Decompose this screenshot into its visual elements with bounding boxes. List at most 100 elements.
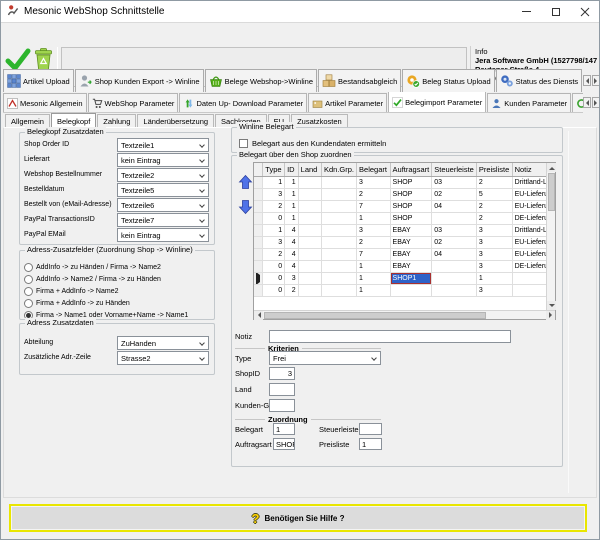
- cell-type[interactable]: 3: [263, 236, 285, 248]
- maximize-button[interactable]: [541, 1, 570, 22]
- row-selector[interactable]: [254, 272, 263, 284]
- cell-auftragsart[interactable]: SHOP: [390, 176, 432, 188]
- cell-steuerleiste[interactable]: 04: [432, 248, 477, 260]
- row-selector[interactable]: [254, 212, 263, 224]
- radio-addinfo-name2-firma-zu-h-nden[interactable]: AddInfo -> Name2 / Firma -> zu Händen: [24, 274, 161, 284]
- kundengrp-input[interactable]: [269, 399, 295, 412]
- cell-belegart[interactable]: 3: [357, 176, 391, 188]
- cell-land[interactable]: [298, 176, 321, 188]
- radio-addinfo-zu-h-nden-firma-name2[interactable]: AddInfo -> zu Händen / Firma -> Name2: [24, 262, 161, 272]
- tab-mesonic-allgemein[interactable]: Mesonic Allgemein: [3, 93, 87, 112]
- cell-kdn-grp[interactable]: [322, 200, 357, 212]
- tab-kunden-parameter[interactable]: Kunden Parameter: [487, 93, 571, 112]
- notiz-input[interactable]: [269, 330, 511, 343]
- tab-status-des-diensts[interactable]: Status des Diensts: [496, 69, 583, 92]
- webshop-bestellnummer-combo[interactable]: Textzeile2: [117, 168, 209, 182]
- cell-auftragsart[interactable]: SHOP: [390, 188, 432, 200]
- cell-land[interactable]: [298, 260, 321, 272]
- cell-id[interactable]: 4: [285, 236, 299, 248]
- cell-kdn-grp[interactable]: [322, 188, 357, 200]
- cell-id[interactable]: 1: [285, 212, 299, 224]
- scroll-down-icon[interactable]: [547, 301, 556, 310]
- tab-scroll-right-button[interactable]: [592, 75, 600, 86]
- cell-auftragsart[interactable]: EBAY: [390, 260, 432, 272]
- cell-id[interactable]: 1: [285, 188, 299, 200]
- cell-preisliste[interactable]: 2: [476, 200, 512, 212]
- cell-type[interactable]: 0: [263, 260, 285, 272]
- cell-belegart[interactable]: 1: [357, 260, 391, 272]
- tab-scroll-right-button[interactable]: [592, 97, 600, 108]
- tab-belegkopf[interactable]: Belegkopf: [51, 113, 96, 128]
- cell-land[interactable]: [298, 212, 321, 224]
- cell-type[interactable]: 3: [263, 188, 285, 200]
- cell-steuerleiste[interactable]: [432, 284, 477, 296]
- cell-id[interactable]: 4: [285, 224, 299, 236]
- cell-land[interactable]: [298, 272, 321, 284]
- cell-auftragsart[interactable]: EBAY: [390, 248, 432, 260]
- cell-kdn-grp[interactable]: [322, 224, 357, 236]
- horizontal-scroll-thumb[interactable]: [264, 312, 486, 319]
- tab-belegimport-parameter[interactable]: Belegimport Parameter: [388, 92, 486, 112]
- cell-steuerleiste[interactable]: 04: [432, 200, 477, 212]
- scroll-left-icon[interactable]: [254, 311, 263, 320]
- tab-scroll-left-button[interactable]: [583, 75, 591, 86]
- cell-auftragsart[interactable]: SHOP: [390, 200, 432, 212]
- cell-kdn-grp[interactable]: [322, 236, 357, 248]
- move-up-button[interactable]: [237, 173, 253, 190]
- bestelldatum-combo[interactable]: Textzeile5: [117, 183, 209, 197]
- cell-steuerleiste[interactable]: [432, 260, 477, 272]
- cell-belegart[interactable]: 2: [357, 236, 391, 248]
- cell-auftragsart[interactable]: EBAY: [390, 236, 432, 248]
- cell-id[interactable]: 2: [285, 284, 299, 296]
- tab-daten-up-download-parameter[interactable]: Daten Up- Download Parameter: [179, 93, 307, 112]
- help-button[interactable]: ? Benötigen Sie Hilfe ?: [9, 504, 587, 532]
- column-header-auftragsart[interactable]: Auftragsart: [390, 163, 432, 176]
- tab-l-nder-bersetzung[interactable]: Länderübersetzung: [137, 114, 214, 128]
- radio-firma-addinfo-name2[interactable]: Firma + AddInfo -> Name2: [24, 286, 118, 296]
- close-button[interactable]: [570, 1, 599, 22]
- column-header-type[interactable]: Type: [263, 163, 285, 176]
- cell-belegart[interactable]: 1: [357, 284, 391, 296]
- tab-scroll-left-button[interactable]: [583, 97, 591, 108]
- cell-preisliste[interactable]: 5: [476, 188, 512, 200]
- steuerleiste-input[interactable]: [359, 423, 382, 435]
- tab-zahlung[interactable]: Zahlung: [97, 114, 136, 128]
- row-selector[interactable]: [254, 284, 263, 296]
- cell-belegart[interactable]: 7: [357, 200, 391, 212]
- scroll-up-icon[interactable]: [547, 163, 556, 172]
- tab-artikel-upload[interactable]: Artikel Upload: [3, 69, 74, 92]
- cell-type[interactable]: 2: [263, 248, 285, 260]
- tab-shop-kunden-export-winline[interactable]: Shop Kunden Export -> Winline: [75, 69, 204, 92]
- radio-icon[interactable]: [24, 287, 33, 296]
- vertical-scroll-thumb[interactable]: [548, 173, 555, 211]
- tab-zusatzkosten[interactable]: Zusatzkosten: [291, 114, 348, 128]
- cell-kdn-grp[interactable]: [322, 176, 357, 188]
- paypal-transactionsid-combo[interactable]: Textzeile7: [117, 213, 209, 227]
- row-selector[interactable]: [254, 200, 263, 212]
- cell-type[interactable]: 0: [263, 212, 285, 224]
- type-combo[interactable]: Frei: [269, 351, 381, 365]
- cell-steuerleiste[interactable]: 03: [432, 176, 477, 188]
- cell-preisliste[interactable]: 2: [476, 212, 512, 224]
- shop-order-id-combo[interactable]: Textzeile1: [117, 138, 209, 152]
- cell-land[interactable]: [298, 248, 321, 260]
- cell-belegart[interactable]: 1: [357, 272, 391, 284]
- cell-land[interactable]: [298, 200, 321, 212]
- cell-type[interactable]: 1: [263, 176, 285, 188]
- cell-preisliste[interactable]: 3: [476, 236, 512, 248]
- radio-icon[interactable]: [24, 275, 33, 284]
- row-selector[interactable]: [254, 236, 263, 248]
- cell-id[interactable]: 4: [285, 260, 299, 272]
- cell-auftragsart[interactable]: SHOP: [390, 212, 432, 224]
- cell-preisliste[interactable]: 3: [476, 284, 512, 296]
- column-header-kdn-grp[interactable]: Kdn.Grp.: [322, 163, 357, 176]
- cell-steuerleiste[interactable]: 02: [432, 188, 477, 200]
- cell-kdn-grp[interactable]: [322, 272, 357, 284]
- cell-type[interactable]: 0: [263, 284, 285, 296]
- row-selector[interactable]: [254, 176, 263, 188]
- tab-webshop-parameter[interactable]: WebShop Parameter: [88, 93, 179, 112]
- cell-type[interactable]: 2: [263, 200, 285, 212]
- paypal-email-combo[interactable]: kein Eintrag: [117, 228, 209, 242]
- cell-preisliste[interactable]: 2: [476, 176, 512, 188]
- cell-steuerleiste[interactable]: 03: [432, 224, 477, 236]
